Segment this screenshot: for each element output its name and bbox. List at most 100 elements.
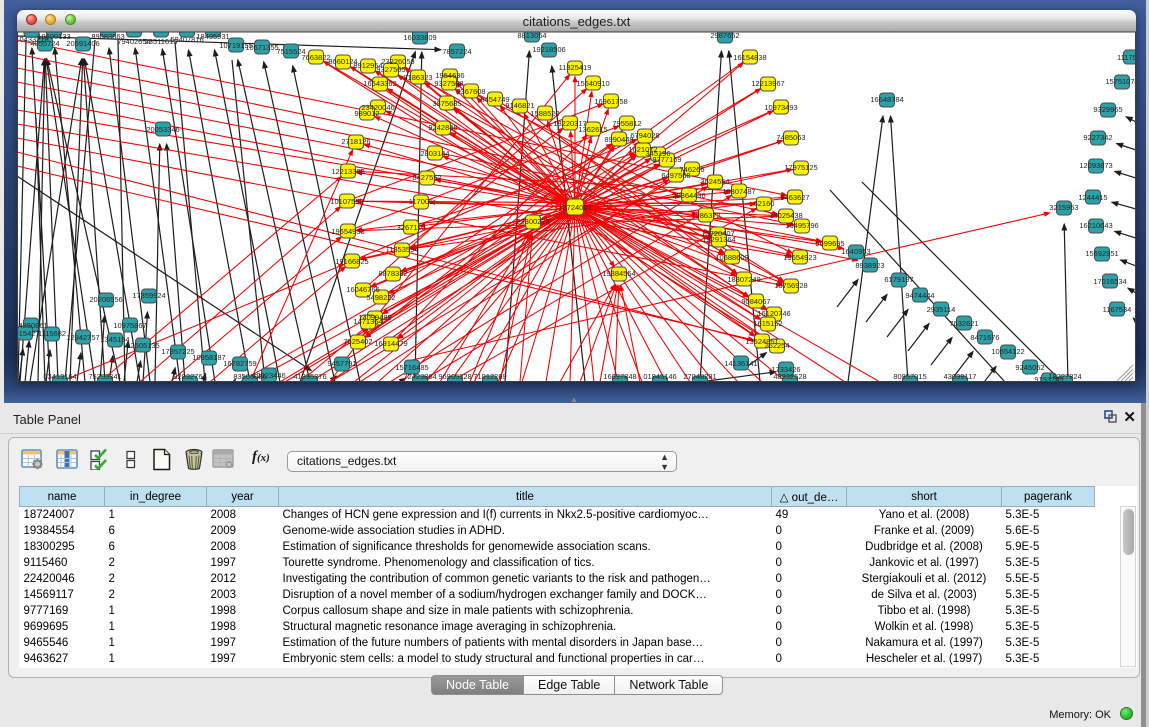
- svg-text:12942757: 12942757: [66, 333, 99, 342]
- svg-text:16495796: 16495796: [785, 221, 818, 230]
- svg-text:16648784: 16648784: [870, 95, 903, 104]
- svg-text:16782759: 16782759: [223, 359, 256, 368]
- svg-text:1588520: 1588520: [530, 109, 559, 118]
- svg-text:6179197: 6179197: [884, 275, 913, 284]
- svg-text:18220317: 18220317: [553, 119, 586, 128]
- svg-text:20364436: 20364436: [672, 191, 705, 200]
- svg-text:10756928: 10756928: [774, 281, 807, 290]
- svg-text:15692951: 15692951: [1085, 249, 1118, 258]
- svg-text:8878332: 8878332: [378, 269, 407, 278]
- svg-text:83503056: 83503056: [233, 372, 266, 381]
- svg-text:3875685: 3875685: [432, 99, 461, 108]
- svg-text:23300273: 23300273: [516, 217, 549, 226]
- svg-text:2935114: 2935114: [927, 305, 956, 314]
- svg-text:10688609: 10688609: [715, 253, 748, 262]
- svg-text:6794028: 6794028: [630, 131, 659, 140]
- svg-text:16543362: 16543362: [363, 79, 396, 88]
- svg-text:9227342: 9227342: [1083, 133, 1112, 142]
- svg-text:4055724: 4055724: [30, 39, 59, 48]
- svg-text:9084067: 9084067: [741, 297, 770, 306]
- svg-text:17957225: 17957225: [161, 347, 194, 356]
- svg-text:18724007: 18724007: [558, 203, 591, 212]
- svg-text:2803144: 2803144: [420, 149, 449, 158]
- svg-text:8186323: 8186323: [403, 73, 432, 82]
- svg-text:3215953: 3215953: [1049, 203, 1078, 212]
- svg-text:72423884: 72423884: [403, 372, 436, 381]
- svg-text:11325419: 11325419: [559, 63, 592, 72]
- svg-text:16033809: 16033809: [403, 33, 436, 42]
- svg-text:1615152: 1615152: [753, 319, 782, 328]
- svg-text:92832764: 92832764: [173, 372, 206, 381]
- svg-text:9463627: 9463627: [780, 193, 809, 202]
- svg-text:3624554: 3624554: [700, 177, 729, 186]
- svg-text:62160: 62160: [754, 199, 775, 208]
- svg-text:19384554: 19384554: [602, 269, 635, 278]
- svg-text:16961758: 16961758: [594, 97, 627, 106]
- svg-text:7485063: 7485063: [776, 133, 805, 142]
- svg-text:12213363: 12213363: [331, 167, 364, 176]
- svg-text:12505135: 12505135: [126, 341, 159, 350]
- svg-text:252254: 252254: [764, 341, 789, 350]
- svg-text:27048281: 27048281: [683, 372, 716, 381]
- svg-text:96965328: 96965328: [438, 372, 471, 381]
- svg-text:8938923: 8938923: [855, 261, 884, 270]
- svg-text:15751074: 15751074: [1105, 77, 1136, 86]
- svg-text:17975125: 17975125: [784, 163, 817, 172]
- svg-text:7857224: 7857224: [442, 47, 471, 56]
- svg-text:41395376: 41395376: [293, 372, 326, 381]
- svg-text:8471676: 8471676: [970, 333, 999, 342]
- svg-text:9474444: 9474444: [905, 291, 934, 300]
- svg-text:16210643: 16210643: [1079, 221, 1112, 230]
- svg-text:16154838: 16154838: [733, 53, 766, 62]
- svg-text:18807249: 18807249: [727, 275, 760, 284]
- svg-text:19654923: 19654923: [783, 253, 816, 262]
- svg-text:9329965: 9329965: [1093, 105, 1122, 114]
- svg-text:9457791: 9457791: [327, 359, 356, 368]
- svg-text:8990448: 8990448: [604, 135, 633, 144]
- svg-text:7955812: 7955812: [612, 119, 641, 128]
- svg-text:10975867: 10975867: [113, 321, 146, 330]
- svg-text:16914479: 16914479: [374, 339, 407, 348]
- svg-text:10025438: 10025438: [769, 211, 802, 220]
- svg-text:2718126: 2718126: [341, 137, 370, 146]
- svg-text:16697848: 16697848: [603, 372, 636, 381]
- svg-text:1117554: 1117554: [1117, 53, 1136, 62]
- svg-text:16120746: 16120746: [757, 309, 790, 318]
- svg-text:20053346: 20053346: [146, 125, 179, 134]
- svg-text:3267110: 3267110: [397, 223, 426, 232]
- svg-text:01845146: 01845146: [643, 372, 676, 381]
- svg-text:18495931: 18495931: [196, 32, 229, 41]
- svg-text:19218506: 19218506: [532, 45, 565, 54]
- svg-text:10958187: 10958187: [192, 353, 225, 362]
- svg-text:9245052: 9245052: [1015, 363, 1044, 372]
- svg-text:10807487: 10807487: [722, 187, 755, 196]
- svg-text:7625402: 7625402: [343, 337, 372, 346]
- svg-text:80957015: 80957015: [893, 372, 926, 381]
- svg-text:15640910: 15640910: [576, 79, 609, 88]
- svg-text:20691406: 20691406: [66, 39, 99, 48]
- svg-text:3915427: 3915427: [17, 329, 40, 338]
- svg-text:11353594: 11353594: [386, 245, 419, 254]
- svg-text:20206556: 20206556: [89, 295, 122, 304]
- svg-text:17359924: 17359924: [132, 291, 165, 300]
- svg-text:15716485: 15716485: [395, 363, 428, 372]
- svg-text:15291364: 15291364: [702, 235, 735, 244]
- svg-text:9777169: 9777169: [652, 155, 681, 164]
- svg-text:9699695: 9699695: [815, 239, 844, 248]
- svg-text:8427552: 8427552: [412, 173, 441, 182]
- svg-text:9242848: 9242848: [428, 123, 457, 132]
- svg-text:7632621: 7632621: [949, 319, 978, 328]
- svg-text:2987652: 2987652: [710, 32, 739, 40]
- svg-text:17016534: 17016534: [1093, 277, 1126, 286]
- svg-text:75255341: 75255341: [88, 372, 121, 381]
- svg-text:10671355: 10671355: [245, 43, 278, 52]
- svg-text:5498222: 5498222: [366, 293, 395, 302]
- svg-text:117006: 117006: [409, 197, 433, 206]
- svg-text:71012269: 71012269: [473, 372, 506, 381]
- svg-text:1640953: 1640953: [841, 247, 870, 256]
- svg-text:14136141: 14136141: [724, 359, 757, 368]
- svg-text:9327505: 9327505: [376, 65, 405, 74]
- svg-text:6497568: 6497568: [661, 171, 690, 180]
- svg-text:10654122: 10654122: [991, 347, 1024, 356]
- svg-text:03413164: 03413164: [43, 372, 76, 381]
